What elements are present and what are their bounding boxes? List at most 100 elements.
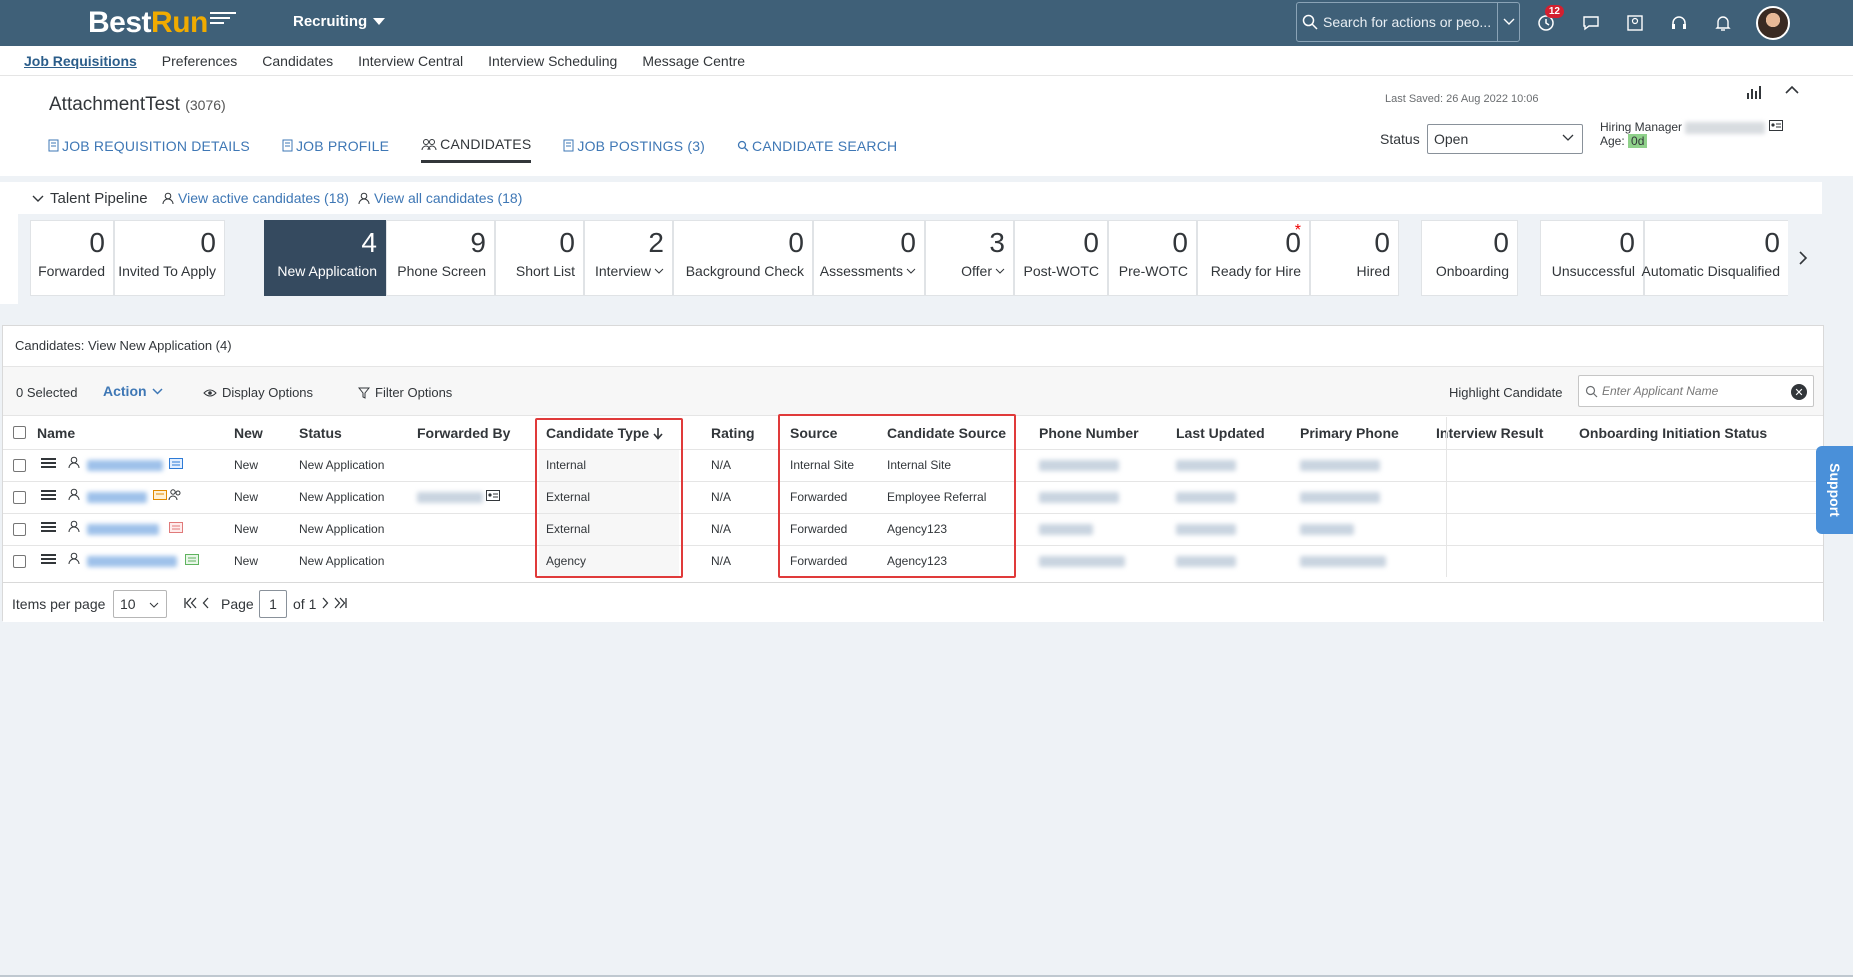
cell-candidate-type: Agency	[546, 554, 587, 568]
status-tile-ready-for-hire[interactable]: * 0 Ready for Hire	[1197, 220, 1310, 296]
last-page-button[interactable]	[334, 597, 348, 609]
column-interview-result[interactable]: Interview Result	[1436, 417, 1543, 449]
first-page-button[interactable]	[183, 597, 197, 609]
status-tile-automatic-disqualified[interactable]: 0 Automatic Disqualified	[1641, 220, 1788, 296]
column-phone-number[interactable]: Phone Number	[1039, 417, 1139, 449]
row-menu-icon[interactable]	[41, 482, 56, 514]
select-all-checkbox[interactable]	[13, 426, 26, 439]
status-tile-invited-to-apply[interactable]: 0 Invited To Apply	[114, 220, 225, 296]
table-row[interactable]: New New Application Internal N/A Interna…	[3, 449, 1823, 481]
collapse-header-button[interactable]	[1785, 82, 1799, 98]
status-tile-background-check[interactable]: 0 Background Check	[673, 220, 813, 296]
feedback-button[interactable]	[1579, 11, 1603, 35]
row-menu-icon[interactable]	[41, 450, 56, 482]
table-row[interactable]: New New Application Agency N/A Forwarded…	[3, 545, 1823, 577]
module-switcher[interactable]: Recruiting	[293, 13, 386, 30]
column-new[interactable]: New	[234, 417, 263, 449]
column-name[interactable]: Name	[37, 417, 75, 449]
chevron-right-icon	[322, 597, 329, 609]
nav-job-requisitions[interactable]: Job Requisitions	[24, 53, 137, 69]
status-tile-forwarded[interactable]: 0 Forwarded	[30, 220, 114, 296]
tab-job-requisition-details[interactable]: JOB REQUISITION DETAILS	[48, 136, 250, 163]
last-saved-text: Last Saved: 26 Aug 2022 10:06	[1385, 93, 1539, 105]
status-tile-unsuccessful[interactable]: 0 Unsuccessful	[1540, 220, 1644, 296]
candidate-name-link-redacted[interactable]	[87, 546, 177, 578]
clear-icon[interactable]: ✕	[1791, 384, 1807, 400]
cell-candidate-type: Internal	[546, 458, 587, 472]
column-candidate-source[interactable]: Candidate Source	[887, 417, 1006, 449]
row-checkbox[interactable]	[13, 459, 26, 472]
table-row[interactable]: New New Application External N/A Forward…	[3, 481, 1823, 513]
row-checkbox[interactable]	[13, 523, 26, 536]
help-button[interactable]	[1667, 11, 1691, 35]
row-checkbox[interactable]	[13, 555, 26, 568]
row-menu-icon[interactable]	[41, 546, 56, 578]
search-input[interactable]	[1323, 14, 1493, 30]
previous-page-button[interactable]	[202, 597, 210, 609]
people-button[interactable]	[1623, 11, 1647, 35]
filter-options-button[interactable]: Filter Options	[358, 385, 452, 400]
tab-candidates[interactable]: CANDIDATES	[421, 136, 532, 163]
nav-interview-central[interactable]: Interview Central	[358, 53, 463, 69]
tab-candidate-search[interactable]: CANDIDATE SEARCH	[737, 136, 897, 163]
status-tile-post-wotc[interactable]: 0 Post-WOTC	[1014, 220, 1108, 296]
column-candidate-type[interactable]: Candidate Type	[546, 417, 663, 449]
talent-pipeline-toggle[interactable]: Talent Pipeline	[32, 190, 148, 207]
search-scope-dropdown[interactable]	[1497, 3, 1519, 41]
column-onboarding-initiation-status[interactable]: Onboarding Initiation Status	[1579, 417, 1767, 449]
status-tile-assessments[interactable]: 0 Assessments	[813, 220, 925, 296]
person-icon	[162, 192, 174, 204]
nav-message-centre[interactable]: Message Centre	[642, 53, 745, 69]
nav-interview-scheduling[interactable]: Interview Scheduling	[488, 53, 617, 69]
tab-job-postings[interactable]: JOB POSTINGS (3)	[563, 136, 705, 163]
table-row[interactable]: New New Application External N/A Forward…	[3, 513, 1823, 545]
alerts-button[interactable]	[1711, 11, 1735, 35]
items-per-page-select[interactable]: 10	[113, 590, 167, 618]
support-tab-button[interactable]: Support	[1816, 446, 1853, 534]
column-status[interactable]: Status	[299, 417, 342, 449]
support-label: Support	[1826, 463, 1843, 517]
nav-preferences[interactable]: Preferences	[162, 53, 237, 69]
view-all-candidates-link[interactable]: View all candidates (18)	[358, 190, 522, 206]
candidate-name-link-redacted[interactable]	[87, 482, 147, 514]
hiring-manager-name-redacted	[1685, 121, 1766, 134]
caret-down-icon	[373, 18, 386, 25]
status-tile-interview[interactable]: 2 Interview	[584, 220, 673, 296]
status-tile-short-list[interactable]: 0 Short List	[495, 220, 584, 296]
notifications-approval-button[interactable]: 12	[1534, 5, 1564, 35]
tab-label: JOB POSTINGS (3)	[577, 137, 706, 154]
nav-candidates[interactable]: Candidates	[262, 53, 333, 69]
action-menu-button[interactable]: Action	[103, 383, 163, 399]
user-avatar[interactable]	[1756, 6, 1790, 40]
status-tile-hired[interactable]: 0 Hired	[1310, 220, 1399, 296]
pipeline-scroll-right-button[interactable]	[1798, 250, 1808, 269]
column-last-updated[interactable]: Last Updated	[1176, 417, 1265, 449]
row-menu-icon[interactable]	[41, 514, 56, 546]
highlight-candidate-input[interactable]	[1602, 384, 1782, 398]
global-search[interactable]	[1296, 2, 1520, 42]
tab-label: CANDIDATES	[440, 136, 532, 152]
column-primary-phone[interactable]: Primary Phone	[1300, 417, 1399, 449]
status-tile-offer[interactable]: 3 Offer	[925, 220, 1014, 296]
bar-chart-icon[interactable]	[1746, 84, 1762, 103]
view-active-candidates-link[interactable]: View active candidates (18)	[162, 190, 349, 206]
highlight-candidate-field[interactable]: ✕	[1578, 375, 1814, 407]
page-number-input[interactable]: 1	[259, 590, 287, 618]
display-options-button[interactable]: Display Options	[203, 385, 313, 400]
status-dropdown[interactable]: Open	[1427, 124, 1583, 154]
candidate-name-link-redacted[interactable]	[87, 514, 159, 546]
status-tile-new-application[interactable]: 4 New Application	[264, 220, 386, 296]
company-logo[interactable]: Best Run	[88, 6, 236, 40]
status-tile-pre-wotc[interactable]: 0 Pre-WOTC	[1108, 220, 1197, 296]
bell-icon	[1715, 16, 1731, 31]
column-source[interactable]: Source	[790, 417, 837, 449]
column-rating[interactable]: Rating	[711, 417, 755, 449]
tab-job-profile[interactable]: JOB PROFILE	[282, 136, 389, 163]
status-tile-phone-screen[interactable]: 9 Phone Screen	[386, 220, 495, 296]
status-tile-onboarding[interactable]: 0 Onboarding	[1421, 220, 1518, 296]
candidate-name-link-redacted[interactable]	[87, 450, 163, 482]
next-page-button[interactable]	[321, 597, 329, 609]
column-forwarded-by[interactable]: Forwarded By	[417, 417, 510, 449]
row-checkbox[interactable]	[13, 491, 26, 504]
view-all-label: View all candidates (18)	[374, 190, 523, 206]
